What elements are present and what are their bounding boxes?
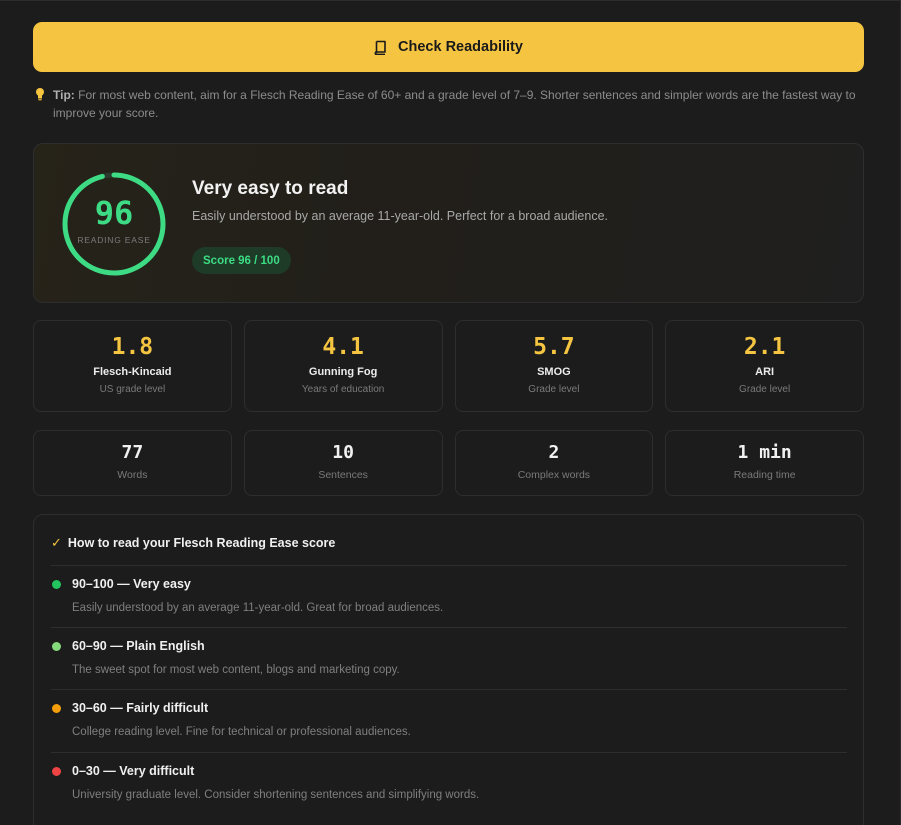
book-icon bbox=[374, 40, 386, 55]
metric-card-gunning-fog: 4.1 Gunning Fog Years of education bbox=[243, 320, 443, 412]
status-dot-icon bbox=[52, 704, 61, 713]
metric-card-ari: 2.1 ARI Grade level bbox=[665, 320, 864, 412]
guide-item-desc: University graduate level. Consider shor… bbox=[72, 789, 480, 801]
metric-subtitle: Complex words bbox=[517, 469, 591, 481]
metric-value: 4.1 bbox=[322, 334, 364, 360]
metric-value: 1 min bbox=[737, 442, 792, 463]
metric-subtitle: Words bbox=[117, 469, 148, 481]
check-icon: ✓ bbox=[51, 535, 62, 550]
guide-item-very-difficult: 0–30 — Very difficult University graduat… bbox=[51, 752, 847, 814]
check-readability-label: Check Readability bbox=[398, 39, 523, 55]
guide-item-very-easy: 90–100 — Very easy Easily understood by … bbox=[51, 565, 847, 627]
guide-item-title: 90–100 — Very easy bbox=[72, 577, 191, 591]
metric-subtitle: Grade level bbox=[739, 384, 791, 395]
guide-item-title: 0–30 — Very difficult bbox=[72, 764, 195, 778]
metric-name: Gunning Fog bbox=[308, 366, 378, 378]
status-dot-icon bbox=[52, 767, 61, 776]
score-title: Very easy to read bbox=[192, 178, 349, 199]
metric-value: 2.1 bbox=[743, 334, 786, 360]
status-dot-icon bbox=[52, 642, 61, 651]
score-ring: 96 READING EASE bbox=[61, 171, 167, 277]
metric-card-complex-words: 2 Complex words bbox=[454, 430, 654, 496]
guide-item-title: 30–60 — Fairly difficult bbox=[72, 701, 209, 715]
tip-box: Tip: For most web content, aim for a Fle… bbox=[35, 86, 865, 122]
count-metrics: 77 Words 10 Sentences 2 Complex words 1 … bbox=[33, 430, 864, 496]
metric-name: Flesch-Kincaid bbox=[93, 366, 172, 378]
tip-text: For most web content, aim for a Flesch R… bbox=[53, 88, 856, 120]
metric-name: SMOG bbox=[537, 366, 571, 378]
guide-title: How to read your Flesch Reading Ease sco… bbox=[67, 536, 336, 550]
guide-heading: ✓ How to read your Flesch Reading Ease s… bbox=[51, 535, 335, 551]
metric-card-flesch-kincaid: 1.8 Flesch-Kincaid US grade level bbox=[33, 320, 232, 412]
guide-item-desc: College reading level. Fine for technica… bbox=[72, 726, 411, 738]
guide-item-fairly-difficult: 30–60 — Fairly difficult College reading… bbox=[51, 689, 847, 751]
score-ring-label: READING EASE bbox=[77, 235, 151, 245]
metric-name: ARI bbox=[755, 366, 775, 378]
metric-value: 10 bbox=[332, 442, 354, 463]
guide-item-desc: The sweet spot for most web content, blo… bbox=[72, 664, 400, 676]
metric-value: 2 bbox=[548, 442, 560, 463]
score-value: 96 bbox=[94, 194, 134, 232]
score-description: Easily understood by an average 11-year-… bbox=[192, 209, 608, 223]
score-guide: ✓ How to read your Flesch Reading Ease s… bbox=[33, 514, 864, 825]
metric-subtitle: Years of education bbox=[301, 384, 385, 395]
metric-subtitle: Grade level bbox=[528, 384, 580, 395]
readability-panel: Check Readability Tip: For most web cont… bbox=[0, 0, 901, 825]
metric-value: 5.7 bbox=[533, 334, 575, 360]
guide-item-title: 60–90 — Plain English bbox=[72, 639, 205, 653]
guide-item-desc: Easily understood by an average 11-year-… bbox=[72, 602, 444, 614]
metric-card-smog: 5.7 SMOG Grade level bbox=[454, 320, 654, 412]
metric-value: 1.8 bbox=[111, 334, 154, 360]
metric-subtitle: US grade level bbox=[99, 384, 166, 395]
guide-item-plain-english: 60–90 — Plain English The sweet spot for… bbox=[51, 627, 847, 689]
metric-value: 77 bbox=[121, 442, 144, 463]
metric-subtitle: Reading time bbox=[733, 469, 796, 481]
tip-label: Tip: bbox=[53, 88, 75, 102]
lightbulb-icon bbox=[36, 88, 44, 101]
metric-subtitle: Sentences bbox=[318, 469, 368, 481]
score-badge: Score 96 / 100 bbox=[192, 247, 291, 274]
metric-card-reading-time: 1 min Reading time bbox=[665, 430, 864, 496]
check-readability-button[interactable]: Check Readability bbox=[33, 22, 864, 72]
score-card: 96 READING EASE Very easy to read Easily… bbox=[33, 143, 864, 303]
metric-card-words: 77 Words bbox=[33, 430, 232, 496]
status-dot-icon bbox=[52, 580, 61, 589]
metric-card-sentences: 10 Sentences bbox=[243, 430, 443, 496]
grade-metrics: 1.8 Flesch-Kincaid US grade level 4.1 Gu… bbox=[33, 320, 864, 412]
